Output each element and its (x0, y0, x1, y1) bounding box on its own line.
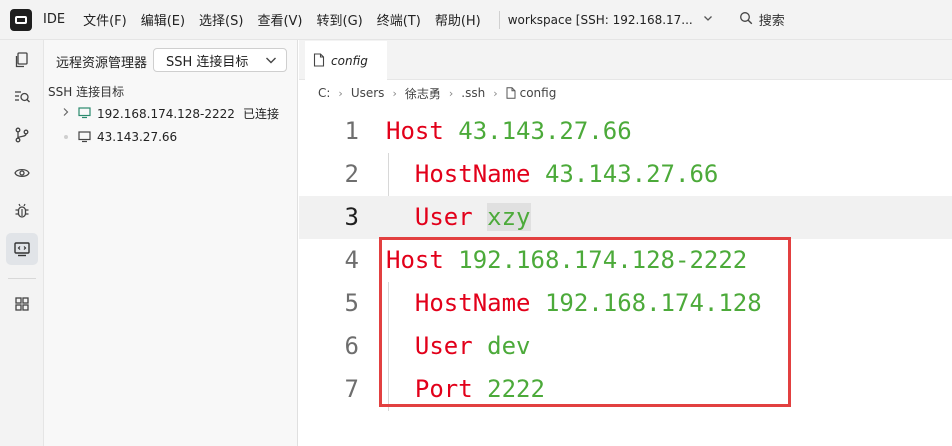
directive-key: User (414, 203, 473, 231)
search-box[interactable]: 搜索 (739, 10, 785, 29)
bullet-icon (64, 135, 68, 139)
line-number: 6 (344, 332, 359, 360)
code-line[interactable]: 7 Port 2222 (299, 368, 952, 411)
tab-label: config (331, 54, 368, 68)
directive-value: 192.168.174.128 (544, 289, 762, 317)
breadcrumb-item[interactable]: Users (351, 86, 385, 100)
remote-explorer-icon[interactable] (6, 233, 38, 265)
sidebar-title: 远程资源管理器 (56, 56, 148, 71)
monitor-icon (78, 107, 91, 122)
line-number: 1 (344, 117, 359, 145)
tab-config[interactable]: config (305, 41, 387, 81)
chevron-right-icon: › (392, 86, 397, 100)
menu-view[interactable]: 查看(V) (257, 10, 302, 29)
chevron-right-icon: › (338, 86, 343, 100)
directive-value: 192.168.174.128-2222 (458, 246, 748, 274)
directive-value: 43.143.27.66 (544, 160, 719, 188)
directive-value: dev (487, 332, 531, 360)
remote-type-dropdown[interactable]: SSH 连接目标 (153, 48, 287, 72)
menu-bar: IDE 文件(F) 编辑(E) 选择(S) 查看(V) 转到(G) 终端(T) … (0, 0, 952, 40)
app-name: IDE (43, 12, 66, 27)
code-line-current[interactable]: 3 User xzy (299, 196, 952, 239)
chevron-down-icon[interactable] (703, 13, 713, 26)
workspace-selector[interactable]: workspace [SSH: 192.168.17... (508, 13, 693, 27)
breadcrumb-item[interactable]: .ssh (461, 86, 485, 100)
search-icon (739, 10, 753, 29)
line-number: 7 (344, 375, 359, 403)
breadcrumb-item[interactable]: 徐志勇 (405, 85, 441, 102)
editor-area: config C: › Users › 徐志勇 › .ssh › config … (299, 40, 952, 446)
tab-bar: config (299, 40, 952, 81)
remote-icon[interactable] (6, 157, 38, 189)
search-icon[interactable] (6, 81, 38, 113)
host-label: 43.143.27.66 (97, 130, 178, 144)
host-item[interactable]: 192.168.174.128-2222 已连接 (44, 102, 298, 124)
code-line[interactable]: 2 HostName 43.143.27.66 (299, 153, 952, 196)
directive-key: HostName (414, 289, 531, 317)
directive-value: 43.143.27.66 (458, 117, 632, 145)
section-header[interactable]: SSH 连接目标 (48, 83, 124, 100)
chevron-right-icon: › (493, 86, 498, 100)
menu-help[interactable]: 帮助(H) (435, 10, 481, 29)
debug-icon[interactable] (6, 195, 38, 227)
code-line[interactable]: 4 Host 192.168.174.128-2222 (299, 239, 952, 282)
app-logo-icon[interactable] (10, 8, 32, 31)
breadcrumb: C: › Users › 徐志勇 › .ssh › config (318, 84, 556, 102)
activity-divider (8, 278, 36, 279)
chevron-right-icon: › (448, 86, 454, 100)
breadcrumb-item[interactable]: config (506, 86, 556, 100)
line-number: 2 (344, 160, 359, 188)
directive-key: HostName (414, 160, 531, 188)
code-line[interactable]: 6 User dev (299, 325, 952, 368)
line-number: 5 (344, 289, 359, 317)
line-number: 4 (344, 246, 359, 274)
menu-selection[interactable]: 选择(S) (199, 10, 243, 29)
menu-edit[interactable]: 编辑(E) (141, 10, 185, 29)
activity-bar (0, 40, 44, 446)
menu-go[interactable]: 转到(G) (317, 10, 363, 29)
source-control-icon[interactable] (6, 119, 38, 151)
monitor-icon (78, 131, 91, 146)
menu-file[interactable]: 文件(F) (83, 10, 127, 29)
file-icon (506, 87, 516, 99)
menu-terminal[interactable]: 终端(T) (377, 10, 421, 29)
directive-key: User (414, 332, 473, 360)
menu-divider (498, 10, 500, 29)
file-icon (313, 52, 325, 71)
host-item[interactable]: 43.143.27.66 (44, 126, 298, 148)
directive-key: Host (386, 246, 444, 274)
directive-key: Port (414, 375, 473, 403)
directive-value: xzy (487, 203, 531, 231)
host-label: 192.168.174.128-2222 已连接 (97, 106, 279, 121)
directive-key: Host (386, 117, 444, 145)
chevron-down-icon (264, 53, 278, 71)
chevron-right-icon[interactable] (62, 107, 70, 120)
line-number: 3 (344, 203, 359, 231)
remote-explorer-sidebar: 远程资源管理器 SSH 连接目标 SSH 连接目标 192.168.174.12… (44, 40, 298, 446)
extensions-icon[interactable] (6, 288, 38, 320)
dropdown-value: SSH 连接目标 (166, 54, 249, 70)
code-line[interactable]: 5 HostName 192.168.174.128 (299, 282, 952, 325)
directive-value: 2222 (487, 375, 545, 403)
code-line[interactable]: 1 Host 43.143.27.66 (299, 110, 952, 153)
explorer-icon[interactable] (6, 44, 38, 76)
search-label: 搜索 (758, 14, 785, 29)
breadcrumb-item[interactable]: C: (318, 86, 330, 100)
connection-status: 已连接 (242, 106, 279, 121)
